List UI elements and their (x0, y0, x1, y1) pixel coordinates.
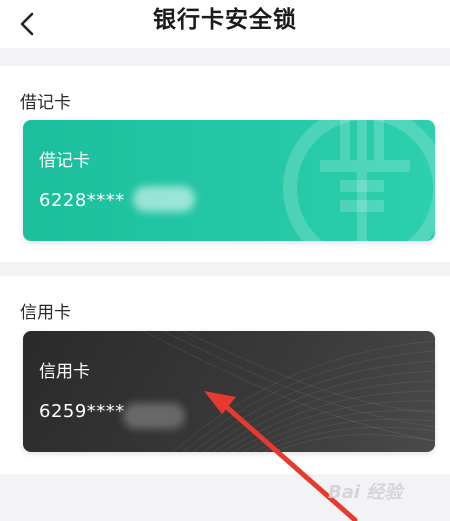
debit-card-section: 借记卡 借记卡 6228**** (0, 66, 450, 262)
card-number: 6259**** (39, 401, 125, 422)
credit-card[interactable]: 信用卡 6259**** (23, 331, 435, 452)
wave-pattern-icon (142, 331, 435, 452)
bank-logo-icon (283, 120, 435, 241)
debit-card[interactable]: 借记卡 6228**** (23, 120, 435, 241)
watermark: Bai 经验 (328, 482, 403, 503)
card-type-label: 信用卡 (39, 362, 90, 382)
page-title: 银行卡安全锁 (153, 7, 297, 33)
masked-digits (123, 403, 185, 429)
card-type-label: 借记卡 (39, 151, 90, 171)
card-number: 6228**** (39, 190, 125, 211)
section-label-debit: 借记卡 (20, 93, 71, 113)
masked-digits (133, 186, 195, 212)
top-bar: 银行卡安全锁 (0, 0, 450, 48)
section-label-credit: 信用卡 (20, 303, 71, 323)
credit-card-section: 信用卡 信用卡 6259**** (0, 276, 450, 474)
